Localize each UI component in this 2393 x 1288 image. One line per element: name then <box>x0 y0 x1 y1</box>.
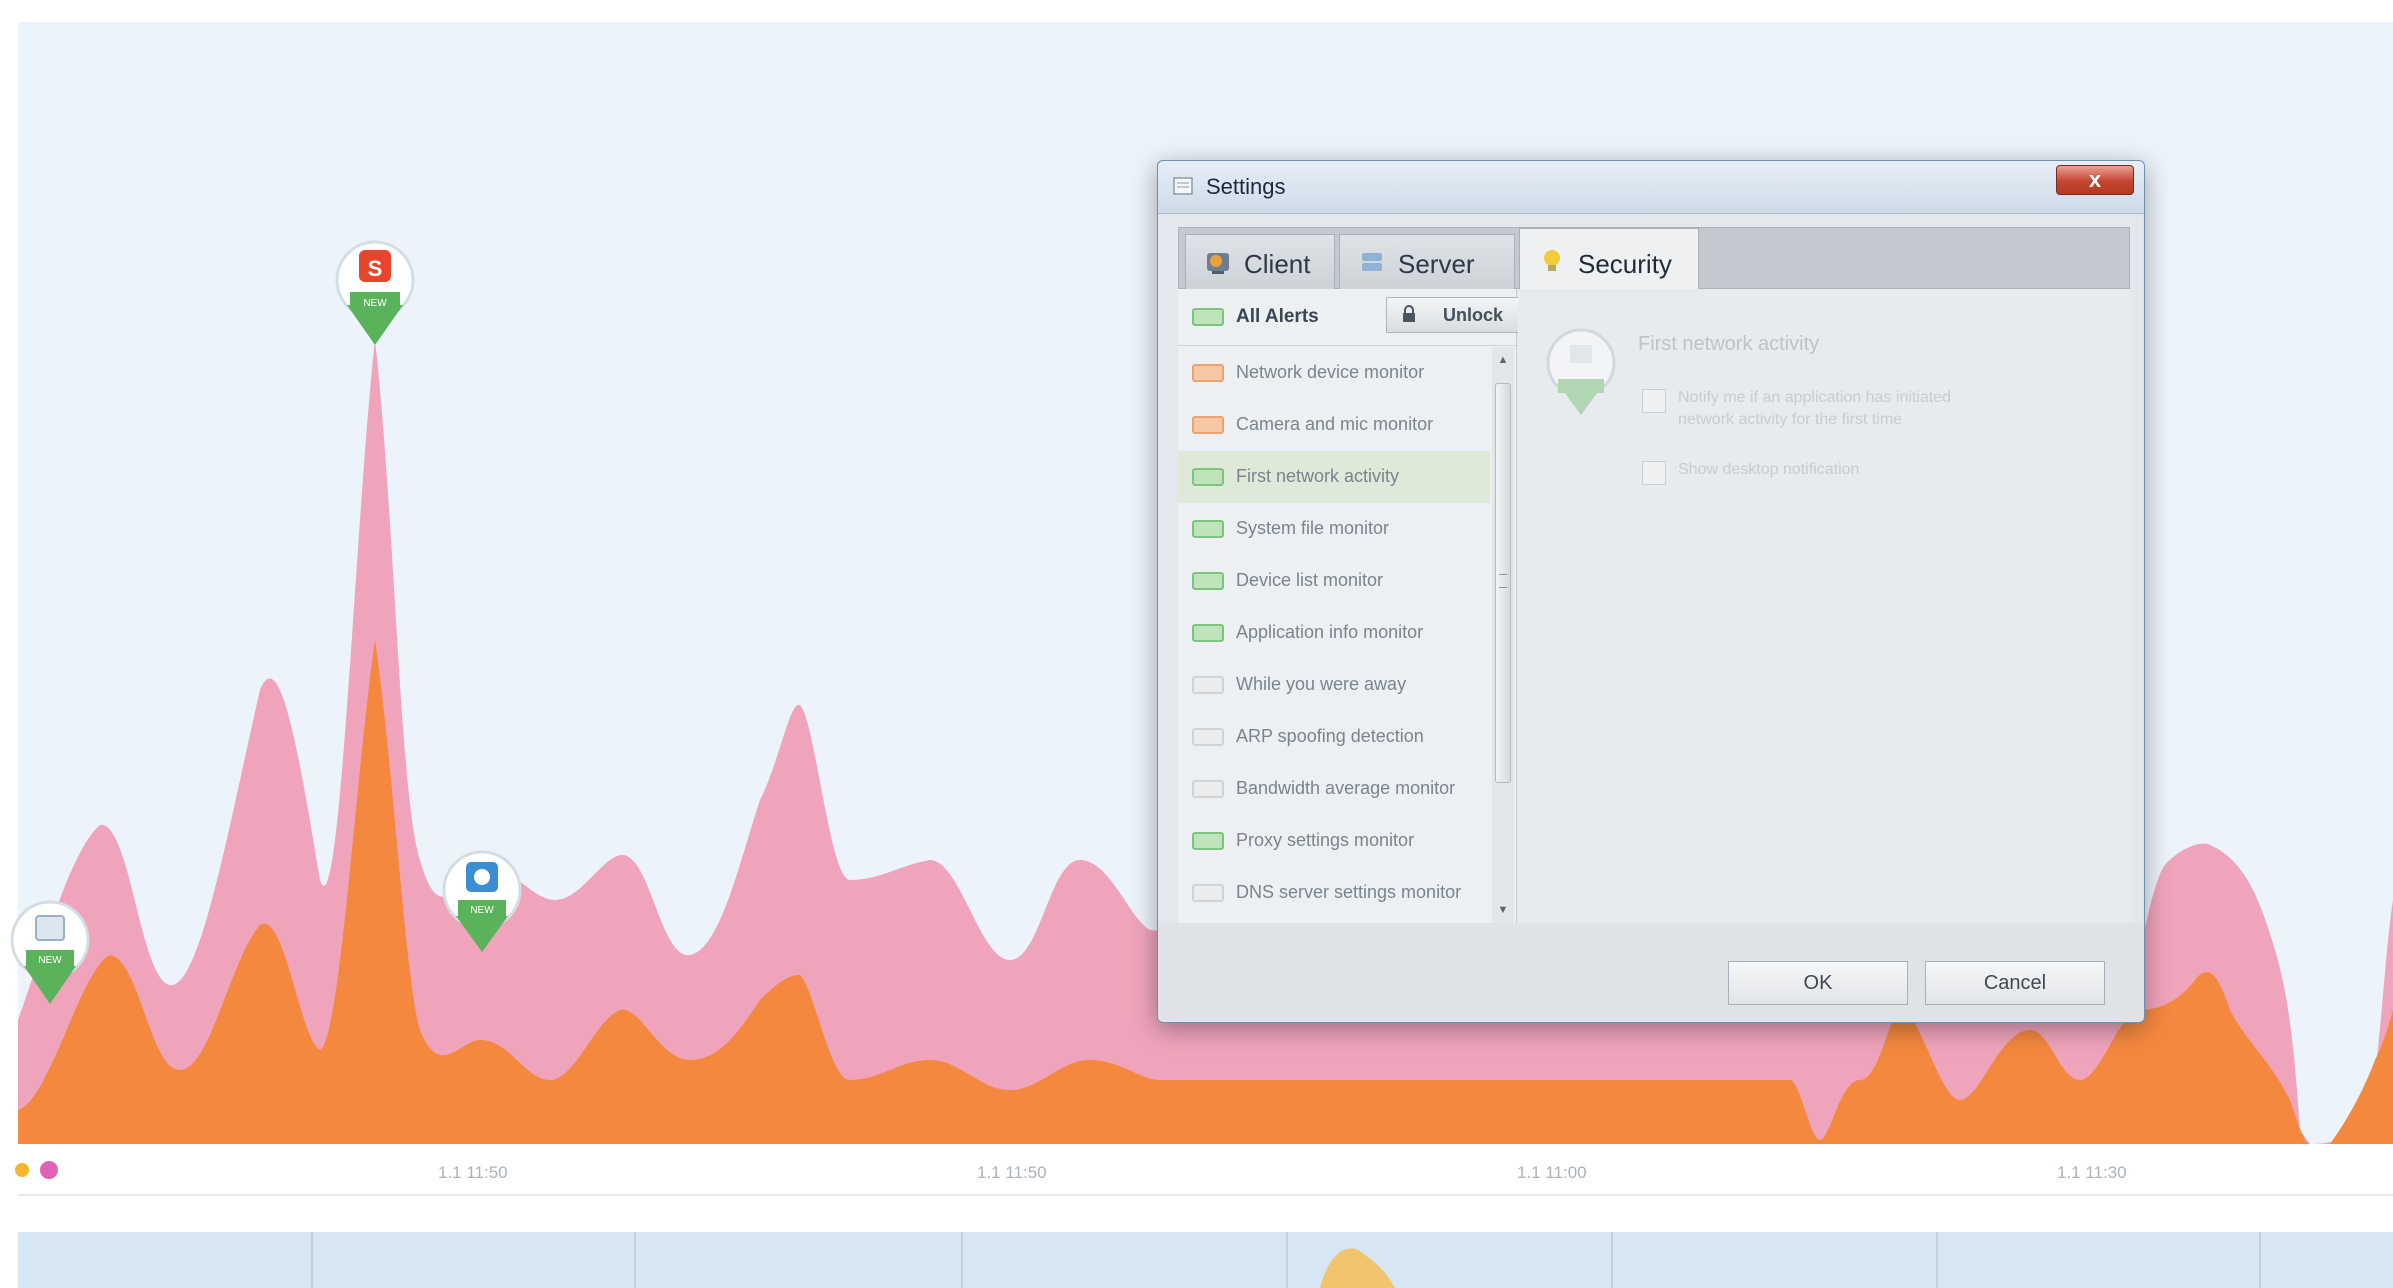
alert-label: ARP spoofing detection <box>1236 726 1424 746</box>
network-activity-icon <box>1546 328 1616 415</box>
tab-client[interactable]: Client <box>1185 234 1335 290</box>
alert-list-panel: All Alerts Unlock Network device monitor… <box>1178 289 1524 923</box>
alert-label: Proxy settings monitor <box>1236 830 1415 850</box>
desktop-notification-checkbox[interactable] <box>1642 461 1666 485</box>
alert-label: DNS server settings monitor <box>1236 882 1462 902</box>
client-icon <box>1207 253 1229 274</box>
marker-badge: NEW <box>470 905 494 916</box>
dialog-title: Settings <box>1206 174 1286 199</box>
alert-label: While you were away <box>1236 674 1407 694</box>
alert-label: Device list monitor <box>1236 570 1384 590</box>
server-icon <box>1362 253 1382 271</box>
alert-label: Camera and mic monitor <box>1236 414 1434 434</box>
marker-badge: NEW <box>38 955 62 966</box>
scroll-thumb[interactable] <box>1495 383 1511 783</box>
time-label: 1.1 11:50 <box>438 1163 508 1182</box>
all-alerts-toggle[interactable] <box>1192 308 1224 326</box>
dialog-footer: OK Cancel <box>1158 923 2144 1021</box>
list-item[interactable]: Application info monitor <box>1178 607 1490 659</box>
legend-dot-pink <box>40 1161 58 1179</box>
alert-toggle[interactable] <box>1192 884 1224 902</box>
unlock-label: Unlock <box>1443 305 1504 325</box>
alert-toggle[interactable] <box>1192 676 1224 694</box>
tab-security[interactable]: Security <box>1519 228 1699 290</box>
scroll-grip-icon <box>1499 574 1507 588</box>
scroll-up-icon[interactable]: ▲ <box>1496 353 1510 367</box>
list-item[interactable]: Camera and mic monitor <box>1178 399 1490 451</box>
alert-toggle[interactable] <box>1192 728 1224 746</box>
alert-toggle[interactable] <box>1192 572 1224 590</box>
cancel-button[interactable]: Cancel <box>1925 961 2105 1005</box>
time-label: 1.1 11:50 <box>977 1163 1047 1182</box>
tab-strip: Client Server Security <box>1178 227 2130 290</box>
axis-strip <box>18 1144 2393 1199</box>
alert-detail-panel: First network activity Notify me if an a… <box>1518 289 2130 923</box>
svg-text:S: S <box>368 256 383 281</box>
lock-icon <box>1403 305 1415 322</box>
list-item[interactable]: Device list monitor <box>1178 555 1490 607</box>
alert-toggle[interactable] <box>1192 520 1224 538</box>
all-alerts-label: All Alerts <box>1236 306 1319 327</box>
list-item[interactable]: While you were away <box>1178 659 1490 711</box>
list-item[interactable]: ARP spoofing detection <box>1178 711 1490 763</box>
notify-checkbox[interactable] <box>1642 389 1666 413</box>
alert-label: Bandwidth average monitor <box>1236 778 1456 798</box>
alert-label: System file monitor <box>1236 518 1390 538</box>
alert-toggle[interactable] <box>1192 832 1224 850</box>
overview-strip[interactable] <box>18 1232 2393 1288</box>
notify-option-label: Notify me if an application has initiate… <box>1678 389 1952 428</box>
alert-toggle[interactable] <box>1192 364 1224 382</box>
doc-app-icon <box>35 915 65 941</box>
close-icon: x <box>2088 167 2102 192</box>
tab-label: Server <box>1398 249 1475 279</box>
tab-label: Security <box>1578 249 1672 279</box>
alert-toggle[interactable] <box>1192 624 1224 642</box>
settings-dialog[interactable]: Settings x Client Server Security All Al… <box>1157 160 2145 1023</box>
list-item[interactable]: First network activity <box>1178 451 1490 503</box>
alert-toggle[interactable] <box>1192 780 1224 798</box>
list-item[interactable]: Network device monitor <box>1178 347 1490 399</box>
alert-toggle[interactable] <box>1192 416 1224 434</box>
tab-label: Client <box>1244 249 1311 279</box>
alert-list-scrollbar[interactable]: ▲ ▼ <box>1492 347 1514 923</box>
close-button[interactable]: x <box>2056 165 2134 195</box>
bulb-icon <box>1544 250 1560 271</box>
list-item[interactable]: System file monitor <box>1178 503 1490 555</box>
alert-label: Application info monitor <box>1236 622 1424 642</box>
settings-window-icon <box>1173 177 1193 195</box>
list-item[interactable]: DNS server settings monitor <box>1178 867 1490 919</box>
desktop-notification-label: Show desktop notification <box>1678 461 1860 478</box>
all-alerts-row[interactable]: All Alerts Unlock <box>1178 289 1524 346</box>
detail-title: First network activity <box>1638 333 1820 355</box>
list-item[interactable]: Bandwidth average monitor <box>1178 763 1490 815</box>
time-label: 1.1 11:30 <box>2057 1163 2127 1182</box>
unlock-button[interactable]: Unlock <box>1386 297 1524 333</box>
legend-dot-yellow <box>15 1163 29 1177</box>
scroll-down-icon[interactable]: ▼ <box>1496 903 1510 917</box>
ok-button[interactable]: OK <box>1728 961 1908 1005</box>
tab-server[interactable]: Server <box>1339 234 1515 290</box>
marker-badge: NEW <box>363 298 387 309</box>
alert-label: First network activity <box>1236 466 1400 486</box>
alert-list[interactable]: Network device monitor Camera and mic mo… <box>1178 347 1490 923</box>
alert-label: Network device monitor <box>1236 362 1425 382</box>
time-label: 1.1 11:00 <box>1517 1163 1587 1182</box>
titlebar[interactable]: Settings x <box>1158 161 2144 214</box>
alert-toggle[interactable] <box>1192 468 1224 486</box>
list-item[interactable]: Proxy settings monitor <box>1178 815 1490 867</box>
